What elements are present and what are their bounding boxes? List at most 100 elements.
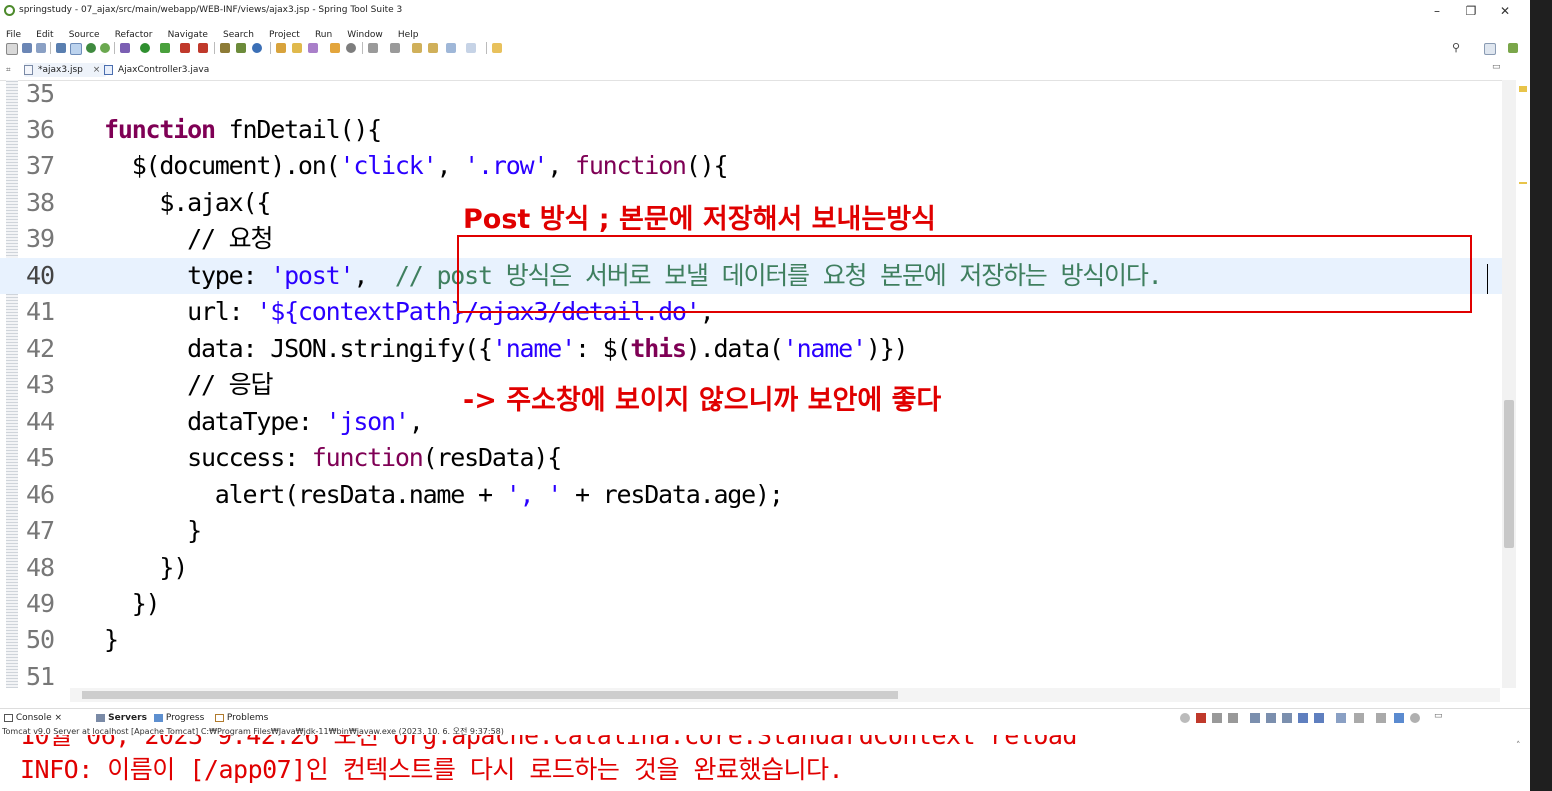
spring-perspective-icon[interactable] bbox=[1508, 43, 1518, 53]
remove-launch-icon[interactable] bbox=[1212, 713, 1222, 723]
menu-bar: File Edit Source Refactor Navigate Searc… bbox=[0, 22, 1530, 40]
minimize-view-icon[interactable]: ▭ bbox=[1492, 62, 1501, 72]
line-number: 51 bbox=[26, 662, 55, 688]
tab-console[interactable]: Console × bbox=[4, 712, 62, 724]
line-number: 35 bbox=[26, 80, 55, 108]
code-text: } bbox=[104, 625, 119, 654]
search-icon[interactable]: ⚲ bbox=[1452, 41, 1460, 54]
line-number: 39 bbox=[26, 224, 55, 253]
forward-icon[interactable] bbox=[466, 43, 476, 53]
annotation-icon[interactable] bbox=[368, 43, 378, 53]
word-wrap-icon[interactable] bbox=[1266, 713, 1276, 723]
globe-icon[interactable] bbox=[252, 43, 262, 53]
external-tools-icon[interactable] bbox=[198, 43, 208, 53]
copy-icon[interactable] bbox=[1394, 713, 1404, 723]
open-task-icon[interactable] bbox=[236, 43, 246, 53]
next-annotation-icon[interactable] bbox=[390, 43, 400, 53]
run-icon[interactable] bbox=[140, 43, 150, 53]
save-icon[interactable] bbox=[22, 43, 32, 53]
code-line[interactable]: 51 bbox=[0, 659, 1502, 688]
tab-close-icon[interactable]: × bbox=[93, 65, 101, 75]
code-line[interactable]: 36 function fnDetail(){ bbox=[0, 112, 1502, 148]
code-text: function fnDetail(){ bbox=[104, 115, 382, 144]
pin-console-icon[interactable] bbox=[1180, 713, 1190, 723]
open-type-icon[interactable] bbox=[220, 43, 230, 53]
debug-icon[interactable] bbox=[120, 43, 130, 53]
run-as-icon[interactable] bbox=[160, 43, 170, 53]
pin-editor-icon[interactable] bbox=[492, 43, 502, 53]
stop-icon[interactable] bbox=[180, 43, 190, 53]
scrollbar-thumb[interactable] bbox=[1504, 400, 1514, 548]
show-stdout-icon[interactable] bbox=[1282, 713, 1292, 723]
code-editor[interactable]: 35 36 function fnDetail(){ 37 $(document… bbox=[0, 80, 1530, 688]
display-console-icon[interactable] bbox=[1354, 713, 1364, 723]
scroll-up-icon[interactable]: ˄ bbox=[1516, 741, 1521, 751]
window-title: springstudy - 07_ajax/src/main/webapp/WE… bbox=[19, 5, 403, 15]
tab-label: Console bbox=[15, 713, 52, 723]
folder-icon[interactable] bbox=[330, 43, 340, 53]
package-icon[interactable] bbox=[292, 43, 302, 53]
tab-progress[interactable]: Progress bbox=[154, 712, 204, 724]
save-all-icon[interactable] bbox=[36, 43, 46, 53]
terminal-icon[interactable] bbox=[56, 43, 66, 53]
edit-location-icon[interactable] bbox=[428, 43, 438, 53]
code-line[interactable]: 46 alert(resData.name + ', ' + resData.a… bbox=[0, 477, 1502, 513]
code-line[interactable]: 50 } bbox=[0, 622, 1502, 658]
last-edit-icon[interactable] bbox=[412, 43, 422, 53]
show-stderr-icon[interactable] bbox=[1298, 713, 1308, 723]
settings-icon[interactable] bbox=[346, 43, 356, 53]
tab-ajax3-jsp[interactable]: *ajax3.jsp × bbox=[24, 63, 107, 77]
terminate-icon[interactable] bbox=[1196, 713, 1206, 723]
servers-icon bbox=[96, 713, 105, 722]
back-icon[interactable] bbox=[446, 43, 456, 53]
code-line[interactable]: 35 bbox=[0, 80, 1502, 112]
spring-boot-icon[interactable] bbox=[86, 43, 96, 53]
tab-ajaxcontroller3-java[interactable]: AjaxController3.java bbox=[104, 63, 209, 77]
tab-problems[interactable]: Problems bbox=[215, 712, 268, 724]
tab-close-icon[interactable]: × bbox=[54, 713, 62, 723]
code-text: success: function(resData){ bbox=[104, 443, 562, 472]
console-tab-bar: Console × Servers Progress Problems ▭ bbox=[0, 708, 1530, 727]
line-number: 49 bbox=[26, 589, 55, 618]
pin-icon[interactable] bbox=[1314, 713, 1324, 723]
progress-icon bbox=[154, 713, 163, 722]
code-text: }) bbox=[104, 553, 188, 582]
code-line[interactable]: 37 $(document).on('click', '.row', funct… bbox=[0, 148, 1502, 184]
scrollbar-thumb[interactable] bbox=[82, 691, 898, 699]
code-line[interactable]: 45 success: function(resData){ bbox=[0, 440, 1502, 476]
vertical-scrollbar[interactable] bbox=[1502, 80, 1516, 688]
new-icon[interactable] bbox=[6, 43, 18, 55]
refresh-icon[interactable] bbox=[100, 43, 110, 53]
console-output[interactable]: 10월 06, 2023 9:42:26 오전 org.apache.catal… bbox=[0, 735, 1530, 791]
horizontal-scrollbar[interactable] bbox=[70, 688, 1500, 702]
jsp-file-icon bbox=[24, 65, 33, 75]
minimize-button[interactable]: – bbox=[1422, 2, 1452, 20]
minimize-view-icon[interactable]: ▭ bbox=[1434, 711, 1443, 721]
open-folder-icon[interactable] bbox=[276, 43, 286, 53]
code-text: }) bbox=[104, 589, 161, 618]
open-console-icon[interactable] bbox=[1336, 713, 1346, 723]
pen-icon[interactable] bbox=[308, 43, 318, 53]
code-line[interactable]: 49 }) bbox=[0, 586, 1502, 622]
remove-all-icon[interactable] bbox=[1228, 713, 1238, 723]
toggle-icon[interactable] bbox=[70, 43, 82, 55]
code-line[interactable]: 42 data: JSON.stringify({'name': $(this)… bbox=[0, 331, 1502, 367]
maximize-button[interactable]: ❐ bbox=[1456, 2, 1486, 20]
new-console-icon[interactable] bbox=[1376, 713, 1386, 723]
code-line[interactable]: 47 } bbox=[0, 513, 1502, 549]
line-number: 38 bbox=[26, 188, 55, 217]
gear-icon[interactable] bbox=[1410, 713, 1420, 723]
spring-tool-suite-icon bbox=[4, 5, 15, 16]
line-number: 45 bbox=[26, 443, 55, 472]
perspective-icon[interactable] bbox=[1484, 43, 1496, 55]
scroll-lock-icon[interactable] bbox=[1250, 713, 1260, 723]
code-line[interactable]: 48 }) bbox=[0, 550, 1502, 586]
close-button[interactable]: ✕ bbox=[1490, 2, 1520, 20]
tab-label: Problems bbox=[226, 713, 269, 723]
code-text: $.ajax({ bbox=[104, 188, 271, 217]
problems-icon bbox=[215, 713, 224, 722]
annotation-title: Post 방식 ; 본문에 저장해서 보내는방식 bbox=[463, 204, 936, 235]
line-number: 50 bbox=[26, 625, 55, 654]
tab-servers[interactable]: Servers bbox=[96, 712, 147, 724]
tab-label: Servers bbox=[108, 713, 147, 723]
